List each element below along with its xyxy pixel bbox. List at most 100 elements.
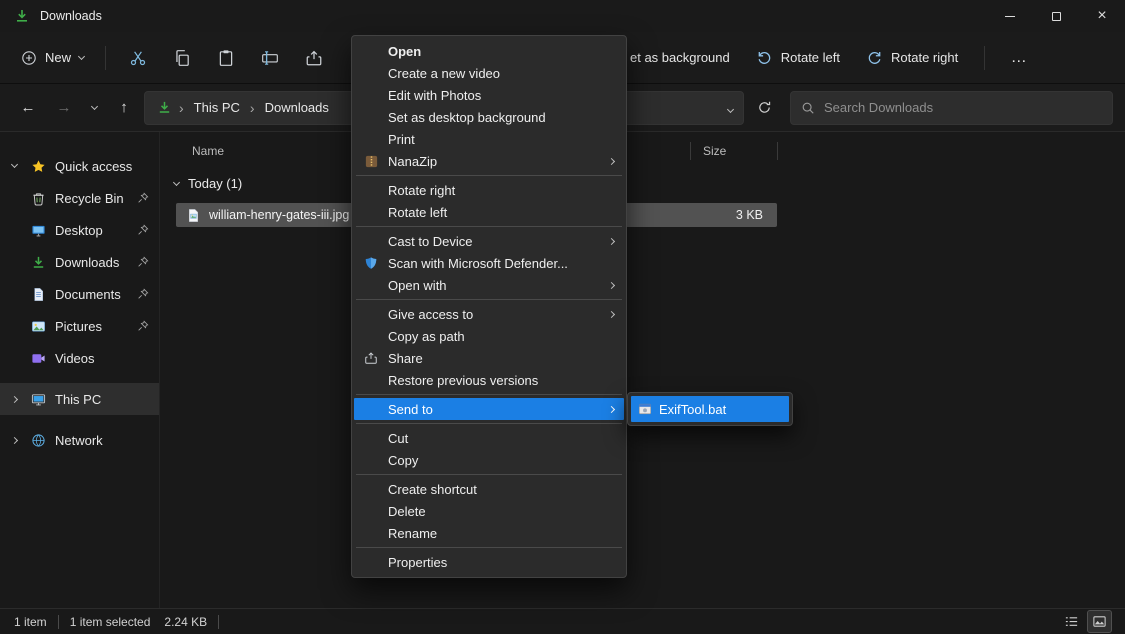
breadcrumb-this-pc[interactable]: This PC: [191, 98, 243, 117]
up-button[interactable]: ↑: [108, 92, 140, 124]
this-pc-icon: [28, 392, 48, 407]
menu-item-rotate-left[interactable]: Rotate left: [354, 201, 624, 223]
more-options-button[interactable]: …: [1001, 42, 1037, 74]
column-headers: Name Size: [160, 138, 1125, 164]
menu-item-scan-with-microsoft-defender[interactable]: Scan with Microsoft Defender...: [354, 252, 624, 274]
documents-icon: [28, 287, 48, 302]
submenu-arrow-icon: [608, 310, 615, 317]
cut-button[interactable]: [116, 40, 160, 76]
menu-item-copy-as-path[interactable]: Copy as path: [354, 325, 624, 347]
sidebar-item-network[interactable]: Network: [0, 424, 159, 456]
menu-item-delete[interactable]: Delete: [354, 500, 624, 522]
details-view-button[interactable]: [1060, 611, 1083, 632]
rotate-left-label: Rotate left: [781, 50, 840, 65]
close-button[interactable]: ×: [1079, 0, 1125, 32]
toolbar-right-group: et as background Rotate left Rotate righ…: [620, 32, 1037, 83]
menu-separator: [356, 299, 622, 300]
group-header-today[interactable]: Today (1): [160, 176, 1125, 191]
share-button[interactable]: [292, 40, 336, 76]
sidebar-item-downloads[interactable]: Downloads: [0, 246, 159, 278]
rename-icon: [261, 49, 279, 67]
exiftool-bat-icon: [638, 402, 652, 416]
context-menu: Open Create a new video Edit with Photos…: [351, 35, 627, 578]
maximize-button[interactable]: [1033, 0, 1079, 32]
sidebar-item-this-pc[interactable]: This PC: [0, 383, 159, 415]
rename-button[interactable]: [248, 40, 292, 76]
menu-item-share[interactable]: Share: [354, 347, 624, 369]
copy-button[interactable]: [160, 40, 204, 76]
menu-item-print[interactable]: Print: [354, 128, 624, 150]
share-icon: [305, 49, 323, 67]
file-explorer-window: Downloads × New: [0, 0, 1125, 634]
search-icon: [801, 101, 815, 115]
network-icon: [28, 433, 48, 448]
defender-shield-icon: [354, 256, 388, 270]
new-button[interactable]: New: [10, 43, 95, 73]
back-button[interactable]: ←: [12, 92, 44, 124]
toolbar-divider: [984, 46, 985, 70]
chevron-down-icon[interactable]: [0, 165, 28, 167]
column-divider[interactable]: [690, 142, 691, 160]
menu-item-rotate-right[interactable]: Rotate right: [354, 179, 624, 201]
menu-item-nanazip[interactable]: NanaZip: [354, 150, 624, 172]
chevron-down-icon: [173, 178, 180, 185]
breadcrumb-separator: ›: [179, 100, 184, 116]
file-name: william-henry-gates-iii.jpg: [209, 208, 349, 222]
menu-item-cast-to-device[interactable]: Cast to Device: [354, 230, 624, 252]
menu-item-restore-previous-versions[interactable]: Restore previous versions: [354, 369, 624, 391]
sidebar-item-quick-access[interactable]: Quick access: [0, 150, 159, 182]
paste-button[interactable]: [204, 40, 248, 76]
menu-item-open-with[interactable]: Open with: [354, 274, 624, 296]
rotate-right-label: Rotate right: [891, 50, 958, 65]
rotate-right-button[interactable]: Rotate right: [856, 42, 968, 73]
minimize-icon: [1005, 16, 1015, 17]
pin-icon: [137, 320, 149, 332]
chevron-right-icon[interactable]: [0, 397, 28, 402]
breadcrumb-downloads[interactable]: Downloads: [262, 98, 332, 117]
menu-item-create-a-new-video[interactable]: Create a new video: [354, 62, 624, 84]
downloads-icon: [14, 8, 30, 24]
search-box[interactable]: [790, 91, 1113, 125]
menu-item-give-access-to[interactable]: Give access to: [354, 303, 624, 325]
menu-item-open[interactable]: Open: [354, 40, 624, 62]
set-as-background-label: et as background: [630, 50, 730, 65]
menu-item-send-to[interactable]: Send to: [354, 398, 624, 420]
status-bar: 1 item 1 item selected 2.24 KB: [0, 608, 1125, 634]
sidebar-item-pictures[interactable]: Pictures: [0, 310, 159, 342]
sidebar-item-videos[interactable]: Videos: [0, 342, 159, 374]
column-header-name[interactable]: Name: [160, 144, 224, 158]
menu-item-copy[interactable]: Copy: [354, 449, 624, 471]
set-as-background-button[interactable]: et as background: [620, 43, 740, 72]
forward-button[interactable]: →: [48, 92, 80, 124]
pin-icon: [137, 192, 149, 204]
search-input[interactable]: [824, 100, 1102, 115]
column-divider[interactable]: [777, 142, 778, 160]
menu-item-cut[interactable]: Cut: [354, 427, 624, 449]
maximize-icon: [1052, 12, 1061, 21]
submenu-item-exiftool-bat[interactable]: ExifTool.bat: [631, 396, 789, 422]
downloads-icon: [28, 255, 48, 270]
sidebar-item-desktop[interactable]: Desktop: [0, 214, 159, 246]
menu-item-properties[interactable]: Properties: [354, 551, 624, 573]
menu-item-rename[interactable]: Rename: [354, 522, 624, 544]
new-button-label: New: [45, 50, 71, 65]
menu-item-create-shortcut[interactable]: Create shortcut: [354, 478, 624, 500]
refresh-button[interactable]: [748, 92, 780, 124]
menu-item-set-as-desktop-background[interactable]: Set as desktop background: [354, 106, 624, 128]
sidebar-item-recycle-bin[interactable]: Recycle Bin: [0, 182, 159, 214]
menu-separator: [356, 474, 622, 475]
column-header-size[interactable]: Size: [703, 144, 726, 158]
recent-locations-button[interactable]: [84, 92, 104, 124]
cut-icon: [129, 49, 147, 67]
address-dropdown-button[interactable]: [728, 100, 733, 115]
window-title: Downloads: [40, 9, 102, 23]
sidebar-item-documents[interactable]: Documents: [0, 278, 159, 310]
thumbnail-view-button[interactable]: [1088, 611, 1111, 632]
rotate-left-button[interactable]: Rotate left: [746, 42, 850, 73]
menu-item-edit-with-photos[interactable]: Edit with Photos: [354, 84, 624, 106]
file-size: 3 KB: [736, 208, 763, 222]
send-to-submenu: ExifTool.bat: [627, 392, 793, 426]
chevron-right-icon[interactable]: [0, 438, 28, 443]
minimize-button[interactable]: [987, 0, 1033, 32]
menu-separator: [356, 175, 622, 176]
